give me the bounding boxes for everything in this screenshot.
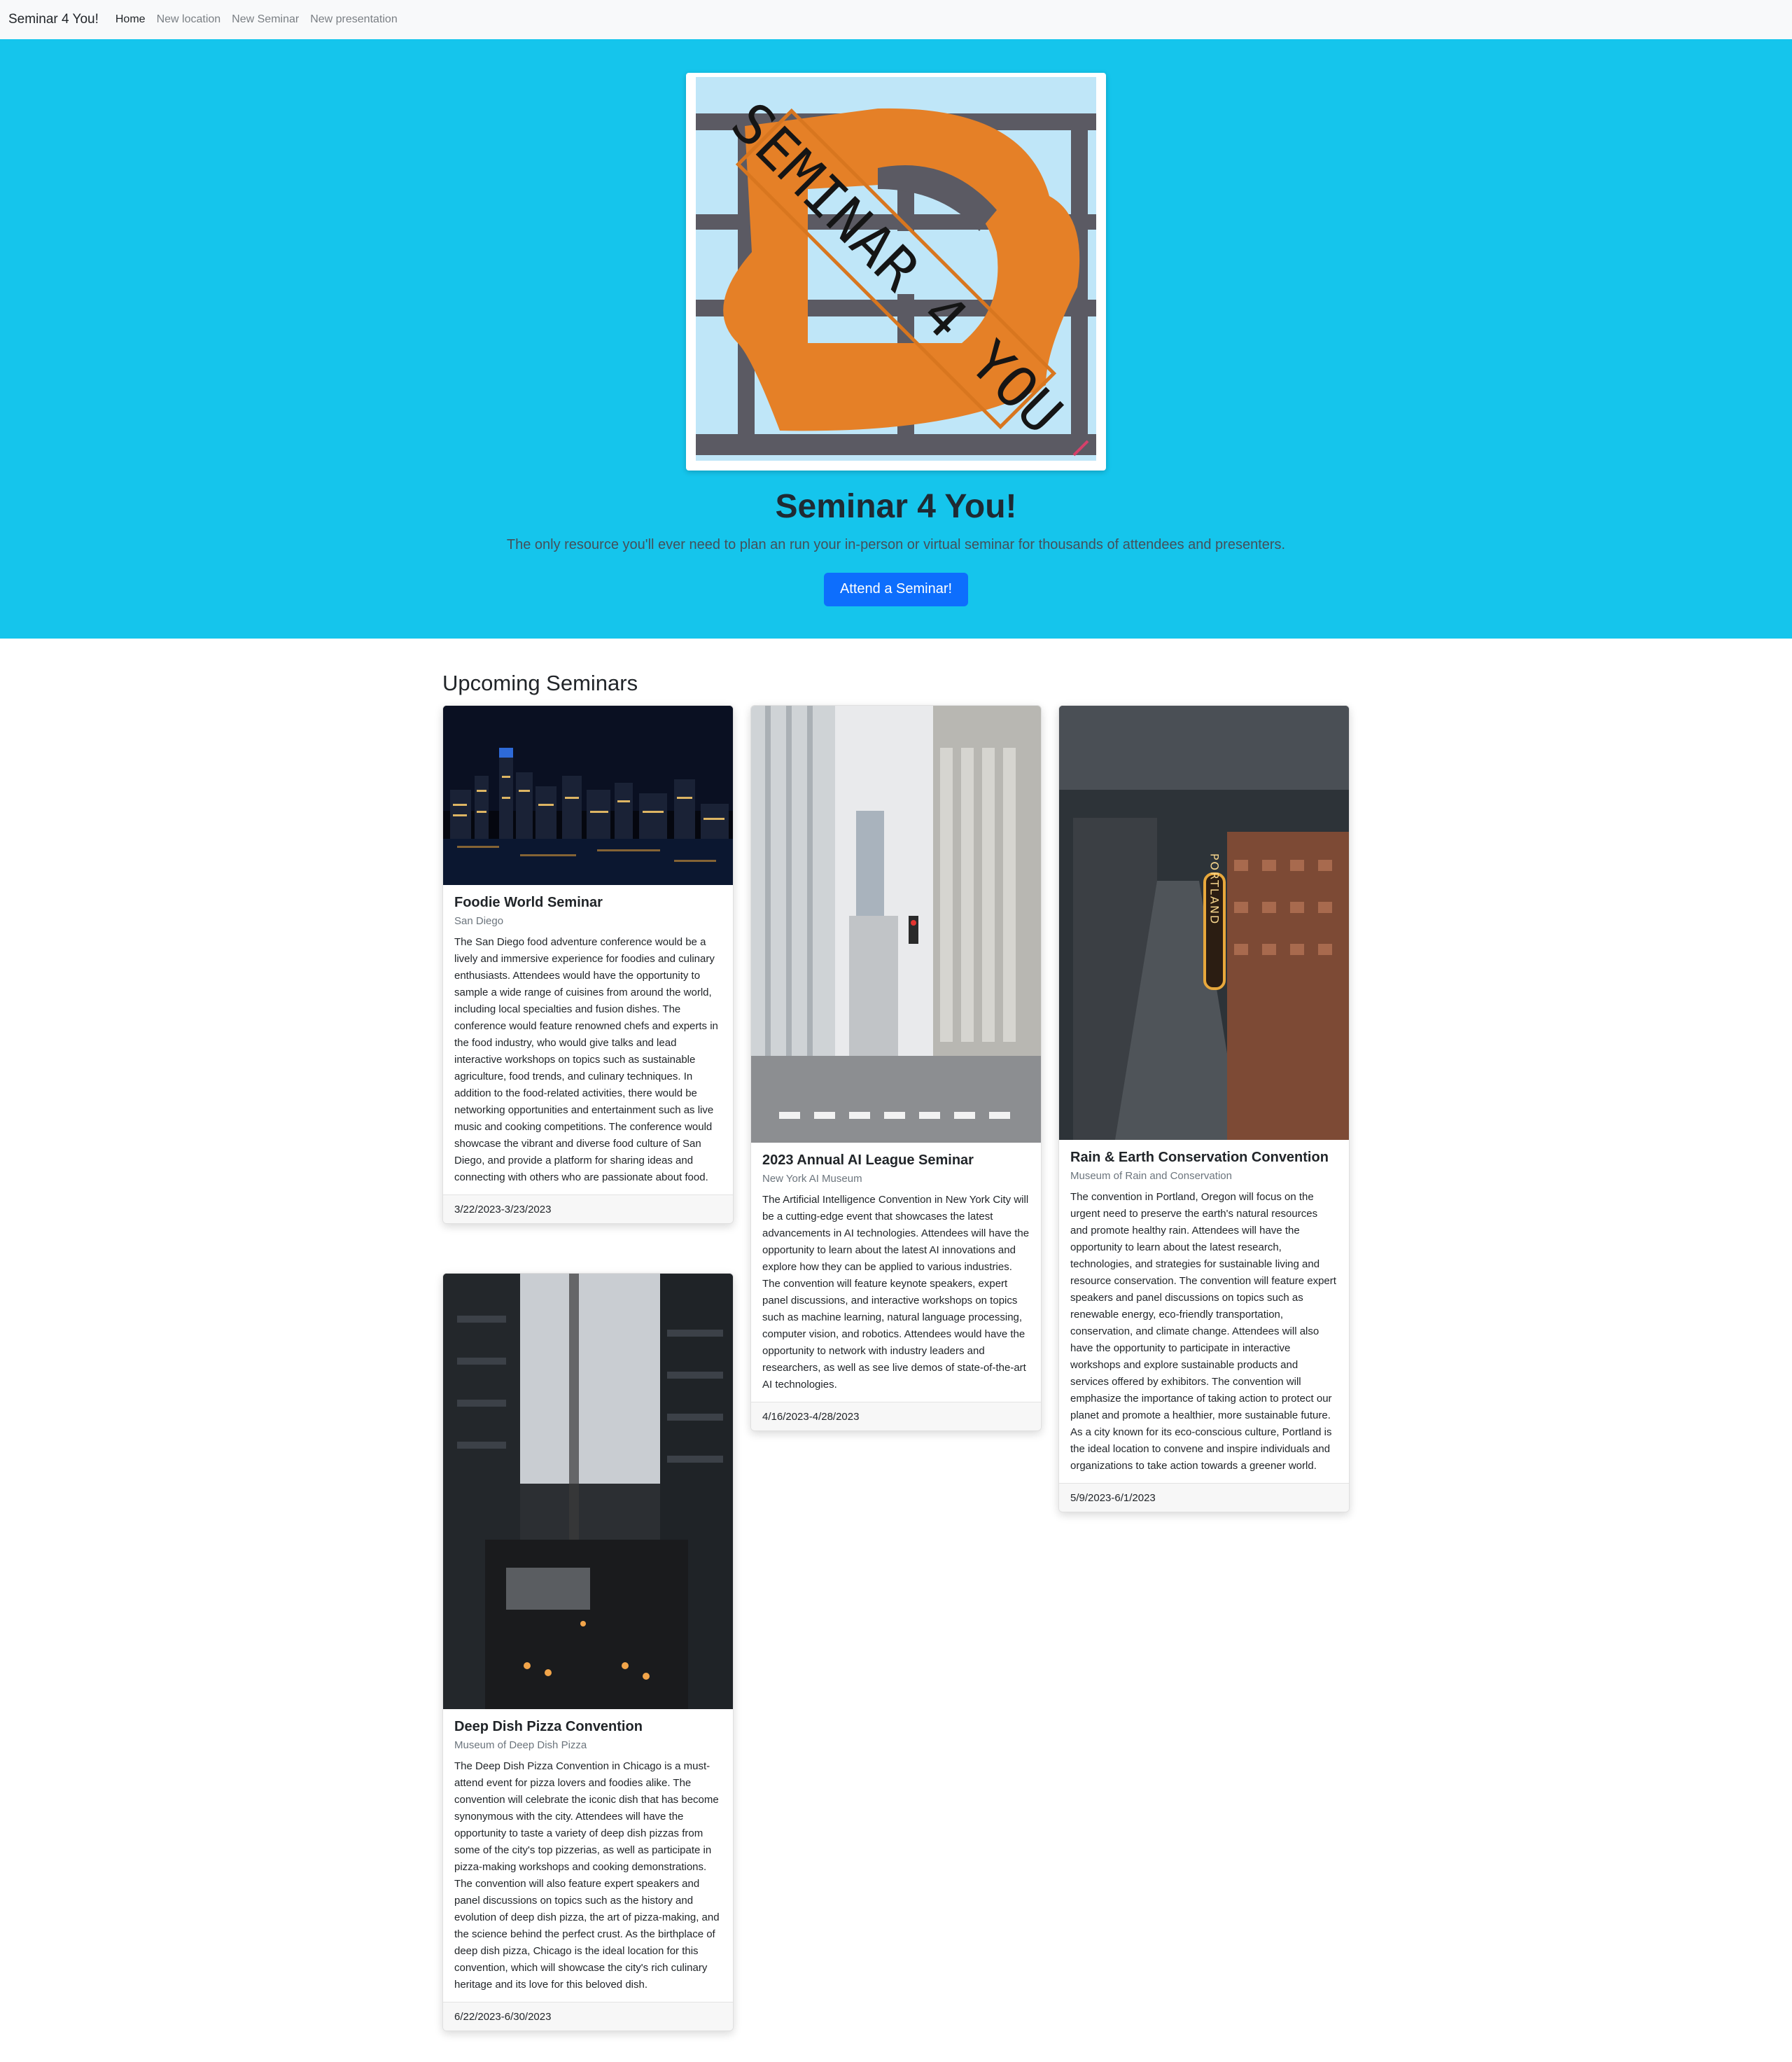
card-title: Deep Dish Pizza Convention <box>454 1719 643 1734</box>
chicago-train-image <box>443 1274 733 1709</box>
nav-new-presentation[interactable]: New presentation <box>310 13 398 26</box>
san-diego-skyline-image <box>443 706 733 885</box>
card-dates: 5/9/2023-6/1/2023 <box>1059 1483 1349 1512</box>
brand-link[interactable]: Seminar 4 You! <box>8 12 99 27</box>
card-title: Foodie World Seminar <box>454 895 603 910</box>
nav-new-seminar[interactable]: New Seminar <box>232 13 299 26</box>
portland-city-image: PORTLAND <box>1059 706 1349 1140</box>
nav-home[interactable]: Home <box>115 13 146 26</box>
new-york-street-image <box>751 706 1041 1143</box>
seminar-card[interactable]: Foodie World Seminar San Diego The San D… <box>442 705 734 1224</box>
upcoming-seminars-title: Upcoming Seminars <box>442 671 638 695</box>
card-dates: 4/16/2023-4/28/2023 <box>751 1402 1041 1430</box>
navbar: Seminar 4 You! Home New location New Sem… <box>0 0 1792 39</box>
attend-seminar-button[interactable]: Attend a Seminar! <box>824 572 968 606</box>
card-description: The San Diego food adventure conference … <box>454 936 718 1183</box>
card-title: Rain & Earth Conservation Convention <box>1070 1150 1329 1165</box>
card-location: New York AI Museum <box>762 1173 862 1185</box>
card-location: Museum of Rain and Conservation <box>1070 1170 1232 1182</box>
hero-subtitle: The only resource you'll ever need to pl… <box>506 536 1286 552</box>
hero-title: Seminar 4 You! <box>775 488 1017 525</box>
portland-sign-text: PORTLAND <box>1208 854 1222 925</box>
seminar-card[interactable]: Deep Dish Pizza Convention Museum of Dee… <box>442 1273 734 2031</box>
card-title: 2023 Annual AI League Seminar <box>762 1152 974 1168</box>
card-location: Museum of Deep Dish Pizza <box>454 1739 587 1751</box>
card-location: San Diego <box>454 915 504 927</box>
nav-new-location[interactable]: New location <box>157 13 221 26</box>
card-dates: 6/22/2023-6/30/2023 <box>443 2002 733 2030</box>
seminar-logo: SEMINAR 4 YOU <box>696 77 1096 461</box>
logo-frame: SEMINAR 4 YOU <box>686 73 1106 471</box>
hero-section: SEMINAR 4 YOU Seminar 4 You! The only re… <box>0 39 1792 639</box>
seminar-card[interactable]: PORTLAND Rain & Earth Conservation Conve… <box>1058 705 1350 1512</box>
seminar-card[interactable]: 2023 Annual AI League Seminar New York A… <box>750 705 1042 1431</box>
card-description: The Deep Dish Pizza Convention in Chicag… <box>454 1760 720 1991</box>
card-dates: 3/22/2023-3/23/2023 <box>443 1194 733 1223</box>
card-description: The convention in Portland, Oregon will … <box>1070 1191 1336 1472</box>
card-description: The Artificial Intelligence Convention i… <box>762 1194 1030 1391</box>
